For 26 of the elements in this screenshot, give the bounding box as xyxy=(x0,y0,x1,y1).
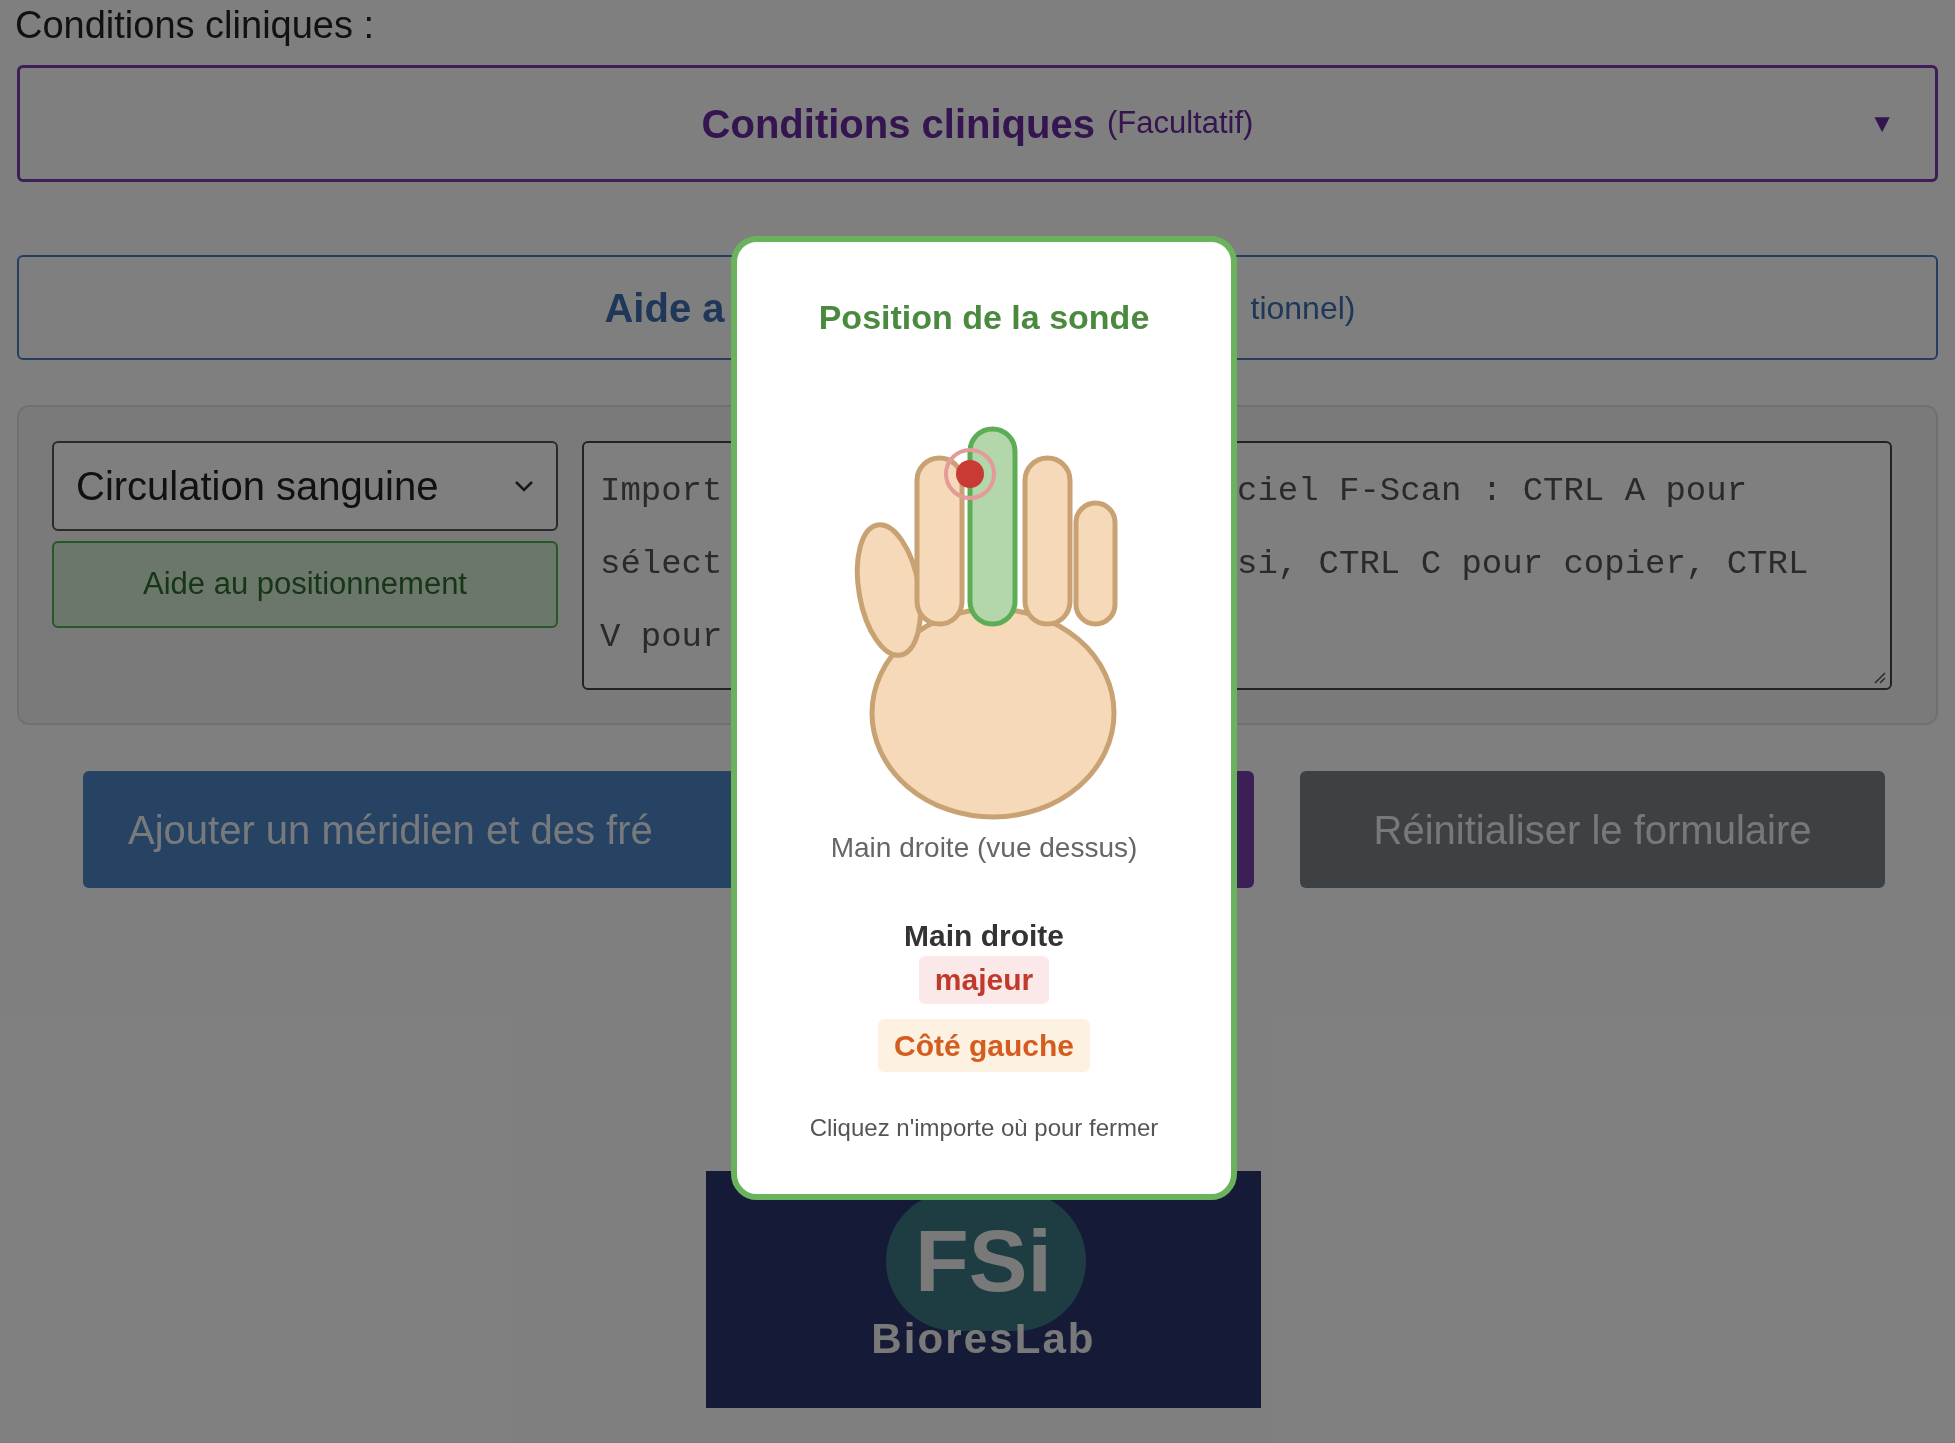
form-button[interactable]: Ajouter un méridien et des fré xyxy=(83,771,733,888)
textarea-text: ciel F-Scan : CTRL A pour xyxy=(1237,471,1749,512)
conditions-dropdown[interactable]: Conditions cliniques (Facultatif) ▼ xyxy=(17,65,1938,182)
help-panel-note: tionnel) xyxy=(1250,288,1356,328)
hand-caption: Main droite (vue dessus) xyxy=(830,831,1138,865)
caret-icon: ▼ xyxy=(1869,104,1895,143)
hand-label: Main droite xyxy=(904,918,1064,954)
finger-badge: majeur xyxy=(918,956,1050,1004)
close-hint: Cliquez n'importe où pour fermer xyxy=(809,1113,1159,1143)
textarea-text: V pour xyxy=(600,617,724,658)
side-badge: Côté gauche xyxy=(878,1019,1090,1072)
positioning-help-button[interactable]: Aide au positionnement xyxy=(52,541,558,628)
modal-title: Position de la sonde xyxy=(818,297,1150,338)
resize-handle-icon[interactable] xyxy=(1872,670,1886,684)
probe-dot xyxy=(944,448,996,500)
chevron-down-icon xyxy=(514,480,534,492)
dropdown-note: (Facultatif) xyxy=(1106,104,1254,143)
textarea-text: si, CTRL C pour copier, CTRL xyxy=(1237,544,1810,585)
help-panel-title: Aide a xyxy=(604,284,725,332)
section-label: Conditions cliniques : xyxy=(15,6,375,44)
logo-mark: FSi xyxy=(915,1216,1052,1306)
select-field[interactable]: Circulation sanguine xyxy=(52,441,558,531)
textarea-text: Import xyxy=(600,471,724,512)
textarea-text: sélect xyxy=(600,544,724,585)
logo-name: BioresLab xyxy=(871,1316,1096,1362)
dropdown-title: Conditions cliniques xyxy=(701,100,1095,148)
